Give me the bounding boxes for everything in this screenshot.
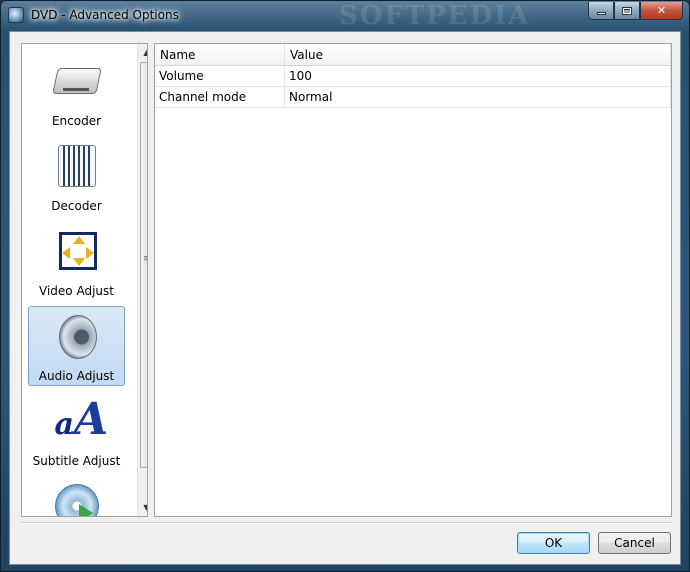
table-row[interactable]: Volume 100	[155, 66, 671, 87]
category-sidebar: Encoder Decoder Video Adjust Audio Adjus…	[21, 43, 148, 517]
maximize-icon	[622, 6, 632, 15]
close-icon: ✕	[656, 4, 667, 17]
sidebar-item-video-adjust[interactable]: Video Adjust	[28, 222, 125, 302]
sidebar-scrollbar[interactable]: ▲ ≡ ▼	[137, 44, 147, 516]
window-title: DVD - Advanced Options	[31, 8, 179, 22]
grid-header: Name Value	[155, 44, 671, 66]
minimize-icon	[596, 12, 606, 15]
close-button[interactable]: ✕	[640, 2, 683, 20]
title-bar[interactable]: DVD - Advanced Options SOFTPEDIA ✕	[1, 1, 689, 31]
dialog-client-area: Encoder Decoder Video Adjust Audio Adjus…	[9, 31, 681, 565]
sidebar-item-label: Audio Adjust	[38, 369, 115, 383]
scrollbar-thumb[interactable]: ≡	[140, 62, 147, 468]
footer-divider	[21, 522, 672, 524]
maximize-button[interactable]	[614, 2, 640, 20]
disc-play-icon	[53, 482, 101, 516]
column-header-name[interactable]: Name	[155, 44, 285, 65]
decoder-icon	[53, 143, 101, 191]
sidebar-item-label: Subtitle Adjust	[32, 454, 121, 468]
sidebar-item-label: Decoder	[51, 199, 102, 213]
sidebar-item-encoder[interactable]: Encoder	[28, 52, 125, 132]
scroll-down-arrow-icon[interactable]: ▼	[138, 499, 147, 516]
watermark-logo: SOFTPEDIA	[339, 1, 531, 31]
video-adjust-icon	[53, 228, 101, 276]
subtitle-icon: aA	[54, 394, 109, 445]
sidebar-item-label: Video Adjust	[39, 284, 114, 298]
ok-button[interactable]: OK	[517, 532, 590, 554]
encoder-icon	[51, 58, 102, 106]
table-row[interactable]: Channel mode Normal	[155, 87, 671, 108]
property-name: Channel mode	[155, 87, 285, 107]
sidebar-item-decoder[interactable]: Decoder	[28, 137, 125, 217]
caption-buttons: ✕	[588, 2, 683, 20]
app-icon	[8, 7, 24, 23]
property-name: Volume	[155, 66, 285, 86]
property-grid: Name Value Volume 100 Channel mode Norma…	[154, 43, 672, 517]
grip-icon: ≡	[143, 255, 147, 264]
sidebar-item-subtitle-adjust[interactable]: aA Subtitle Adjust	[28, 392, 125, 472]
sidebar-item-label: Encoder	[51, 114, 102, 128]
scroll-up-arrow-icon[interactable]: ▲	[138, 44, 147, 61]
sidebar-item-disc[interactable]	[28, 476, 125, 516]
cancel-button[interactable]: Cancel	[598, 532, 671, 554]
column-header-value[interactable]: Value	[285, 44, 671, 65]
minimize-button[interactable]	[588, 2, 614, 20]
property-value[interactable]: 100	[285, 66, 671, 86]
speaker-icon	[53, 313, 101, 361]
dialog-window: DVD - Advanced Options SOFTPEDIA ✕ Encod…	[0, 0, 690, 572]
sidebar-item-audio-adjust[interactable]: Audio Adjust	[28, 306, 125, 386]
property-value[interactable]: Normal	[285, 87, 671, 107]
